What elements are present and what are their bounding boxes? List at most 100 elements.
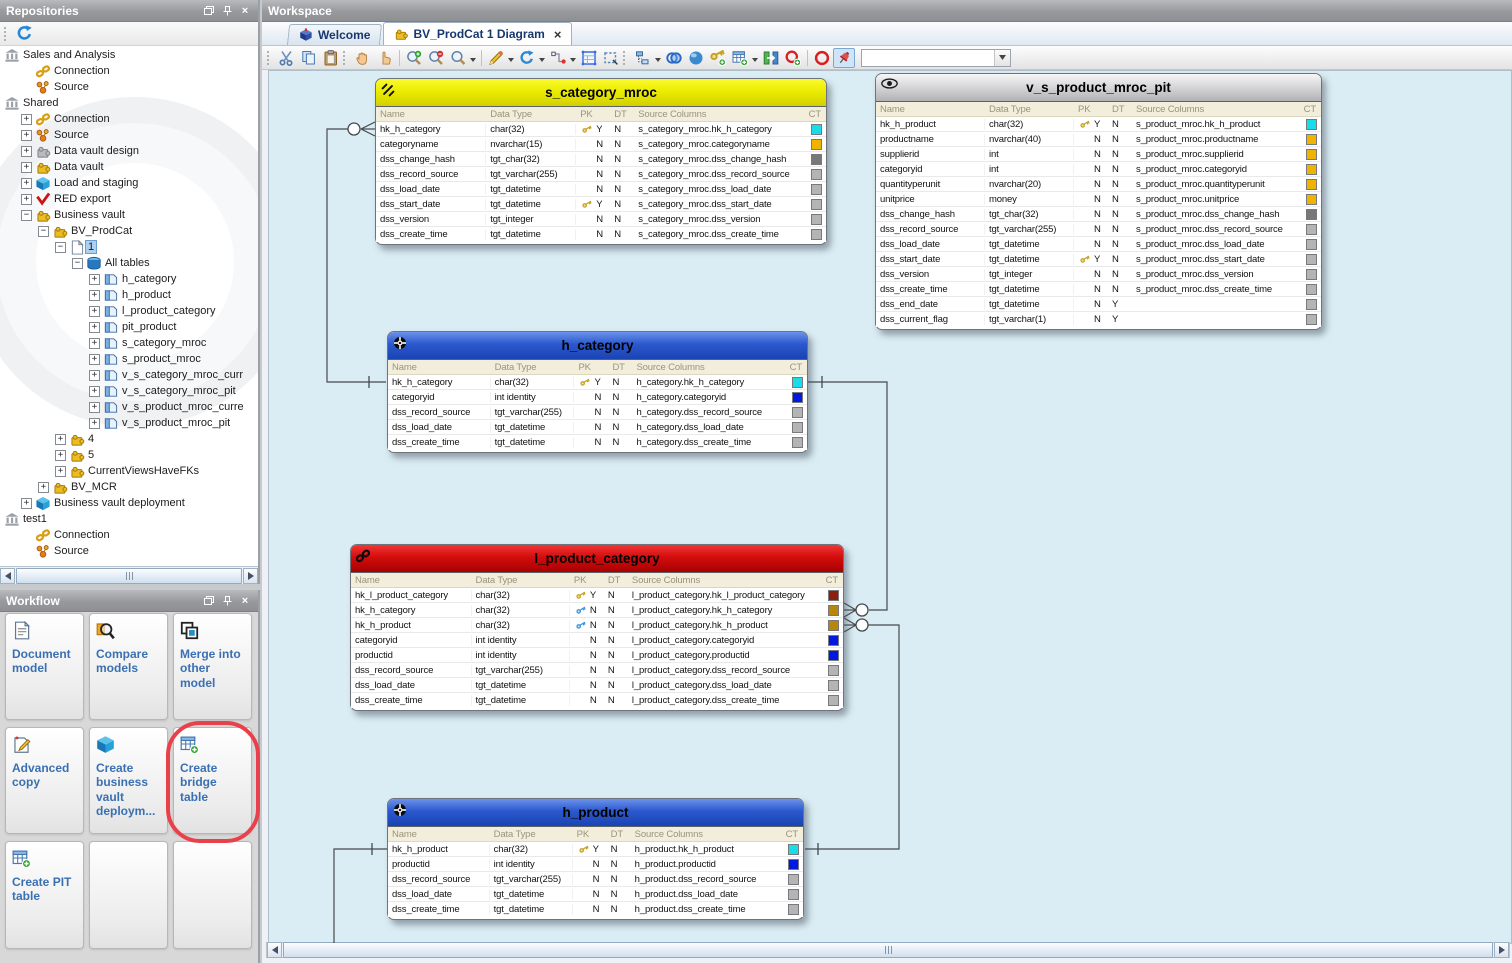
refresh-button[interactable] [13,24,35,44]
entity-table-h_product[interactable]: h_productNameData TypePKDTSource Columns… [387,798,804,920]
table-row[interactable]: dss_record_sourcetgt_varchar(255)NNl_pro… [351,663,843,678]
tree-expander[interactable]: + [55,466,66,477]
workflow-card-advanced-copy[interactable]: Advanced copy [5,727,84,834]
table-row[interactable]: categoryidint identityNNh_category.categ… [388,390,807,405]
table-row[interactable]: dss_record_sourcetgt_varchar(255)NNs_cat… [376,167,826,182]
scroll-right-arrow[interactable] [1494,942,1509,958]
tree-expander[interactable]: + [55,434,66,445]
table-row[interactable]: categoryidintNNs_product_mroc.categoryid [876,162,1321,177]
tree-item-test1[interactable]: test1 [0,511,258,527]
auto-hide-pin-icon[interactable] [220,595,234,607]
tree-expander[interactable]: − [55,242,66,253]
table-row[interactable]: dss_load_datetgt_datetimeNNl_product_cat… [351,678,843,693]
tree-expander[interactable]: + [89,322,100,333]
tree-expander[interactable]: + [89,386,100,397]
tree-item-v-s-product-mroc-pit[interactable]: +v_s_product_mroc_pit [0,415,258,431]
zoom-dropdown-icon[interactable] [470,49,476,67]
tree-item-connection[interactable]: +Connection [0,111,258,127]
pin-button[interactable] [833,48,855,68]
zoom-out-button[interactable] [425,48,447,68]
table-titlebar[interactable]: h_category [388,332,807,360]
tree-item-source[interactable]: +Source [0,127,258,143]
entity-table-v_s_product_mroc_pit[interactable]: v_s_product_mroc_pitNameData TypePKDTSou… [875,73,1322,330]
rotate-dropdown-icon[interactable] [539,49,545,67]
close-panel-icon[interactable]: × [238,595,252,607]
paste-button[interactable] [320,48,342,68]
workspace-hscrollbar[interactable] [266,942,1510,958]
table-row[interactable]: hk_h_categorychar(32)YNh_category.hk_h_c… [388,375,807,390]
tree-expander[interactable]: + [55,450,66,461]
table-row[interactable]: dss_change_hashtgt_char(32)NNs_product_m… [876,207,1321,222]
table-row[interactable]: dss_load_datetgt_datetimeNNh_product.dss… [388,887,803,902]
add-table-button[interactable] [729,48,751,68]
copy-button[interactable] [298,48,320,68]
table-row[interactable]: hk_h_productchar(32)NNl_product_category… [351,618,843,633]
table-row[interactable]: hk_h_categorychar(32)YNs_category_mroc.h… [376,122,826,137]
zoom-in-button[interactable] [403,48,425,68]
tree-item-s-product-mroc[interactable]: +s_product_mroc [0,351,258,367]
tree-item-business-vault-deployment[interactable]: +Business vault deployment [0,495,258,511]
hand-select-button[interactable] [374,48,396,68]
tree-item-s-category-mroc[interactable]: +s_category_mroc [0,335,258,351]
table-row[interactable]: dss_create_timetgt_datetimeNNs_product_m… [876,282,1321,297]
tree-item-data-vault[interactable]: +Data vault [0,159,258,175]
table-row[interactable]: dss_create_timetgt_datetimeNNs_category_… [376,227,826,242]
table-row[interactable]: unitpricemoneyNNs_product_mroc.unitprice [876,192,1321,207]
scroll-right-arrow[interactable] [243,568,258,584]
entity-table-h_category[interactable]: h_categoryNameData TypePKDTSource Column… [387,331,808,453]
close-panel-icon[interactable]: × [238,5,252,17]
workflow-card-merge-into-other-model[interactable]: Merge into other model [173,613,252,720]
pencil-button[interactable] [485,48,507,68]
tree-item-pit-product[interactable]: +pit_product [0,319,258,335]
cut-button[interactable] [276,48,298,68]
hand-pan-button[interactable] [352,48,374,68]
table-row[interactable]: productidint identityNNh_product.product… [388,857,803,872]
table-row[interactable]: dss_create_timetgt_datetimeNNh_product.d… [388,902,803,917]
tree-item-v-s-category-mroc-pit[interactable]: +v_s_category_mroc_pit [0,383,258,399]
tree-item-v-s-product-mroc-curre[interactable]: +v_s_product_mroc_curre [0,399,258,415]
table-row[interactable]: dss_record_sourcetgt_varchar(255)NNh_pro… [388,872,803,887]
layout-tree-dropdown-icon[interactable] [655,49,661,67]
table-row[interactable]: hk_l_product_categorychar(32)YNl_product… [351,588,843,603]
relationship-line[interactable] [334,849,387,944]
table-titlebar[interactable]: v_s_product_mroc_pit [876,74,1321,102]
repositories-tree[interactable]: Sales and AnalysisConnectionSourceShared… [0,47,258,566]
table-row[interactable]: dss_current_flagtgt_varchar(1)NY [876,312,1321,327]
workflow-card-document-model[interactable]: Document model [5,613,84,720]
tree-item-v-s-category-mroc-curr[interactable]: +v_s_category_mroc_curr [0,367,258,383]
workflow-card-create-pit-table[interactable]: Create PIT table [5,841,84,949]
venn-button[interactable] [663,48,685,68]
connector-route-button[interactable] [547,48,569,68]
table-row[interactable]: supplieridintNNs_product_mroc.supplierid [876,147,1321,162]
tree-expander[interactable]: + [89,274,100,285]
table-row[interactable]: dss_load_datetgt_datetimeNNs_product_mro… [876,237,1321,252]
tree-expander[interactable]: + [21,162,32,173]
workflow-card-create-bridge-table[interactable]: Create bridge table [173,727,252,834]
tree-expander[interactable]: + [21,178,32,189]
table-row[interactable]: productnamenvarchar(40)NNs_product_mroc.… [876,132,1321,147]
auto-map-button[interactable] [760,48,782,68]
table-row[interactable]: dss_start_datetgt_datetimeYNs_product_mr… [876,252,1321,267]
tree-expander[interactable]: − [21,210,32,221]
tree-expander[interactable]: − [72,258,83,269]
tree-item-source[interactable]: Source [0,79,258,95]
tree-item-sales-and-analysis[interactable]: Sales and Analysis [0,47,258,63]
table-row[interactable]: dss_versiontgt_integerNNs_category_mroc.… [376,212,826,227]
tree-item-shared[interactable]: Shared [0,95,258,111]
marquee-button[interactable] [600,48,622,68]
tree-expander[interactable]: + [21,114,32,125]
table-row[interactable]: hk_h_productchar(32)YNh_product.hk_h_pro… [388,842,803,857]
combobox-dropdown-icon[interactable] [994,50,1010,66]
tree-expander[interactable]: + [89,306,100,317]
table-row[interactable]: categorynamenvarchar(15)NNs_category_mro… [376,137,826,152]
tree-item-4[interactable]: +4 [0,431,258,447]
tree-item-connection[interactable]: Connection [0,63,258,79]
table-titlebar[interactable]: l_product_category [351,545,843,573]
tree-item-all-tables[interactable]: −All tables [0,255,258,271]
toolbar-combobox[interactable] [861,49,1011,67]
tree-expander[interactable]: + [21,146,32,157]
table-row[interactable]: categoryidint identityNNl_product_catego… [351,633,843,648]
entity-table-l_product_category[interactable]: l_product_categoryNameData TypePKDTSourc… [350,544,844,711]
tree-item-h-product[interactable]: +h_product [0,287,258,303]
tree-item-source[interactable]: Source [0,543,258,559]
